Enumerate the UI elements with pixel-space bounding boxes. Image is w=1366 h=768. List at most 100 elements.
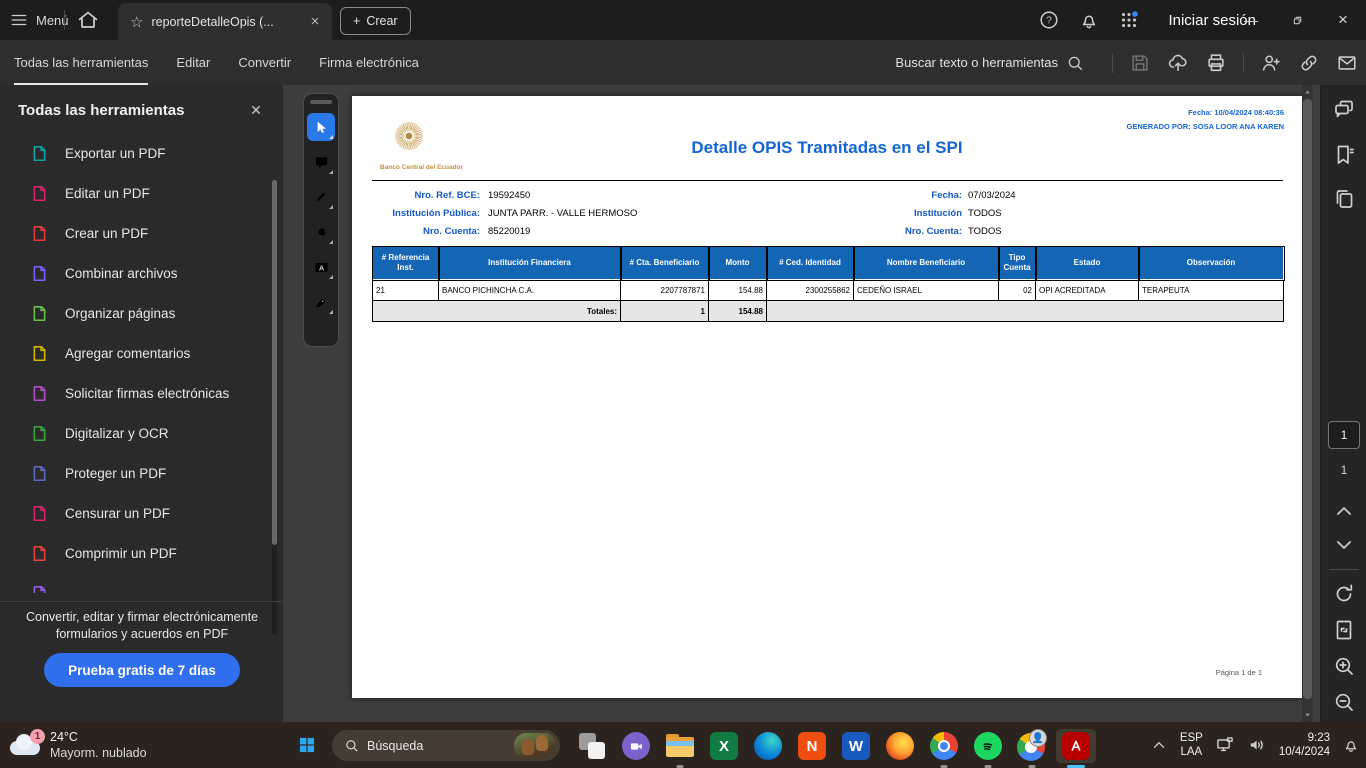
panel-scrollbar-thumb[interactable] xyxy=(272,180,277,545)
sidebar-item-redact-pdf[interactable]: Censurar un PDF xyxy=(0,493,276,533)
sidebar-item-compress-pdf[interactable]: Comprimir un PDF xyxy=(0,533,276,573)
table-totals-cell: 1 xyxy=(621,301,709,322)
menu-button[interactable]: Menú xyxy=(10,0,69,40)
prev-page-icon[interactable] xyxy=(1332,499,1356,523)
rotate-icon[interactable] xyxy=(1332,582,1356,606)
page-count-label: 1 xyxy=(1341,463,1348,477)
meta-value: TODOS xyxy=(968,208,1002,219)
edit-pdf-icon xyxy=(30,184,49,203)
sidebar-item-cutoff-item[interactable] xyxy=(0,573,276,593)
maximize-button[interactable] xyxy=(1274,0,1320,40)
minimize-button[interactable]: — xyxy=(1228,0,1274,40)
table-cell: 2207787871 xyxy=(621,280,709,301)
page-thumbnails-icon[interactable] xyxy=(1332,187,1356,211)
opis-table: # Referencia Inst.Institución Financiera… xyxy=(372,246,1284,322)
taskbar-app-acrobat[interactable] xyxy=(1056,729,1096,763)
scroll-down-icon[interactable] xyxy=(1302,709,1313,721)
table-totals-cell: 154.88 xyxy=(709,301,767,322)
tray-expand-icon[interactable] xyxy=(1150,736,1168,754)
comments-icon[interactable] xyxy=(1332,97,1356,121)
document-scrollbar-thumb[interactable] xyxy=(1303,99,1312,699)
weather-widget[interactable]: 1 24°C Mayorm. nublado xyxy=(8,726,147,764)
drag-handle[interactable] xyxy=(310,100,332,104)
taskbar-app-video-app[interactable] xyxy=(616,729,656,763)
table-header: Tipo Cuenta xyxy=(999,247,1036,280)
language-indicator[interactable]: ESPLAA xyxy=(1180,731,1203,760)
taskbar: 1 24°C Mayorm. nublado Búsqueda X NW 👤 ESP… xyxy=(0,722,1366,768)
sidebar-item-scan-ocr[interactable]: Digitalizar y OCR xyxy=(0,413,276,453)
taskbar-app-nitro-pdf[interactable]: N xyxy=(792,729,832,763)
sidebar-item-request-signatures[interactable]: Solicitar firmas electrónicas xyxy=(0,373,276,413)
sidebar-item-create-pdf[interactable]: Crear un PDF xyxy=(0,213,276,253)
toolbar-tab-firma-electr-nica[interactable]: Firma electrónica xyxy=(319,40,419,85)
taskbar-app-excel[interactable]: X xyxy=(704,729,744,763)
taskbar-app-spotify[interactable] xyxy=(968,729,1008,763)
taskbar-app-chrome[interactable] xyxy=(924,729,964,763)
tab-close-icon[interactable]: × xyxy=(304,11,326,33)
taskbar-app-chrome-profile[interactable]: 👤 xyxy=(1012,729,1052,763)
panel-close-icon[interactable]: ✕ xyxy=(244,98,268,122)
draw-tool[interactable] xyxy=(307,218,335,246)
zoom-in-icon[interactable] xyxy=(1332,654,1356,678)
page-number-box[interactable]: 1 xyxy=(1328,421,1360,449)
sidebar-item-export-pdf[interactable]: Exportar un PDF xyxy=(0,133,276,173)
sidebar-item-combine-files[interactable]: Combinar archivos xyxy=(0,253,276,293)
sidebar-item-add-comments[interactable]: Agregar comentarios xyxy=(0,333,276,373)
link-icon[interactable] xyxy=(1298,52,1320,74)
text-select-tool[interactable]: A xyxy=(307,253,335,281)
create-pdf-icon xyxy=(30,224,49,243)
home-button[interactable] xyxy=(76,8,100,32)
toolbar-tab-convertir[interactable]: Convertir xyxy=(238,40,291,85)
notification-bell-icon[interactable] xyxy=(1342,736,1360,754)
search-tools-button[interactable]: Buscar texto o herramientas xyxy=(895,40,1084,85)
star-icon[interactable]: ☆ xyxy=(130,13,143,31)
email-icon[interactable] xyxy=(1336,52,1358,74)
notifications-icon[interactable] xyxy=(1078,9,1100,31)
zoom-out-icon[interactable] xyxy=(1332,690,1356,714)
taskbar-app-task-view[interactable] xyxy=(572,729,612,763)
apps-grid-icon[interactable] xyxy=(1118,9,1140,31)
search-label: Buscar texto o herramientas xyxy=(895,55,1058,70)
select-tool[interactable] xyxy=(307,113,335,141)
close-button[interactable]: × xyxy=(1320,0,1366,40)
next-page-icon[interactable] xyxy=(1332,533,1356,557)
clock[interactable]: 9:2310/4/2024 xyxy=(1279,731,1330,760)
taskbar-app-file-explorer[interactable] xyxy=(660,729,700,763)
highlight-tool[interactable] xyxy=(307,183,335,211)
taskbar-app-firefox[interactable] xyxy=(880,729,920,763)
taskbar-search[interactable]: Búsqueda xyxy=(332,730,560,761)
network-icon[interactable] xyxy=(1215,735,1235,755)
acrobat-window: Menú ☆ reporteDetalleOpis (... × + Crear… xyxy=(0,0,1366,768)
cloud-upload-icon[interactable] xyxy=(1167,52,1189,74)
taskbar-app-edge[interactable] xyxy=(748,729,788,763)
toolbar-tab-todas-las-herramientas[interactable]: Todas las herramientas xyxy=(14,40,148,85)
divider xyxy=(1112,53,1113,73)
add-user-icon[interactable] xyxy=(1260,52,1282,74)
fill-sign-tool[interactable] xyxy=(307,288,335,316)
table-cell: TERAPEUTA xyxy=(1139,280,1284,301)
sidebar-item-protect-pdf[interactable]: Proteger un PDF xyxy=(0,453,276,493)
print-icon[interactable] xyxy=(1205,52,1227,74)
logo-text: Banco Central del Ecuador xyxy=(380,164,500,171)
sidebar-item-edit-pdf[interactable]: Editar un PDF xyxy=(0,173,276,213)
bookmarks-icon[interactable] xyxy=(1332,143,1356,167)
meta-row: Nro. Cuenta:85220019Nro. Cuenta:TODOS xyxy=(372,222,1283,240)
taskbar-app-word[interactable]: W xyxy=(836,729,876,763)
sidebar-item-organize-pages[interactable]: Organizar páginas xyxy=(0,293,276,333)
scroll-up-icon[interactable] xyxy=(1302,86,1313,98)
toolbar-tab-editar[interactable]: Editar xyxy=(176,40,210,85)
document-tab[interactable]: ☆ reporteDetalleOpis (... × xyxy=(118,3,332,40)
add-comment-tool[interactable] xyxy=(307,148,335,176)
create-tab-button[interactable]: + Crear xyxy=(340,7,411,35)
report-generated-by: GENERADO POR: SOSA LOOR ANA KAREN xyxy=(1126,120,1284,134)
start-button[interactable] xyxy=(290,729,324,761)
divider xyxy=(1329,569,1359,570)
document-area: A Fecha: 10/04/2024 08:40:36 GENERADO PO… xyxy=(283,85,1320,722)
divider xyxy=(1243,53,1244,73)
free-trial-button[interactable]: Prueba gratis de 7 días xyxy=(44,653,240,687)
plus-icon: + xyxy=(353,14,360,28)
volume-icon[interactable] xyxy=(1247,735,1267,755)
help-icon[interactable]: ? xyxy=(1038,9,1060,31)
table-row: 21BANCO PICHINCHA C.A.2207787871154.8823… xyxy=(373,280,1284,301)
fit-page-icon[interactable] xyxy=(1332,618,1356,642)
